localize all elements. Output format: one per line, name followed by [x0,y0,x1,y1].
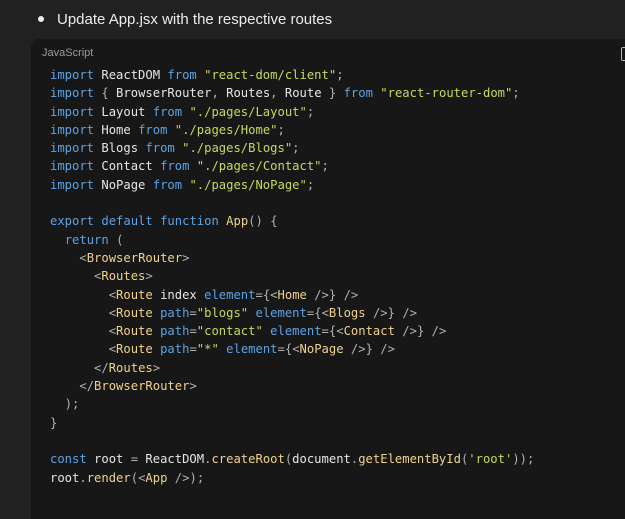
copy-icon[interactable] [621,47,625,61]
bullet-dot [38,16,44,22]
code-language-label: JavaScript [42,47,94,59]
code-block: JavaScript import ReactDOM from "react-d… [31,39,625,519]
bullet-text: Update App.jsx with the respective route… [57,10,333,28]
bullet-item: Update App.jsx with the respective route… [38,8,332,30]
code-content: import ReactDOM from "react-dom/client";… [50,68,535,485]
